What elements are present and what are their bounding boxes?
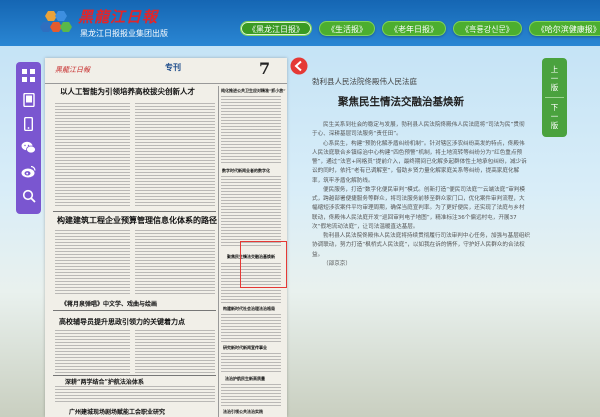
newspaper-headline[interactable]: 广州建城现场剧场赋能工会职业研究 bbox=[69, 407, 165, 416]
section-divider bbox=[53, 310, 216, 311]
left-toolbar bbox=[16, 62, 41, 214]
text-column bbox=[55, 330, 130, 374]
site-header: 黑龍江日報 黑龙江日报报业集团出版 《黑龙江日报》 《生活报》 《老年日报》 《… bbox=[0, 0, 600, 46]
side-headline[interactable]: 法治护航民生新高质量 bbox=[225, 376, 265, 382]
text-column bbox=[135, 330, 215, 374]
prev-page-button[interactable]: 上一版 bbox=[542, 65, 567, 92]
newspaper-masthead: 黑龍江日報 专刊 7 bbox=[45, 58, 287, 84]
next-page-button[interactable]: 下一版 bbox=[542, 103, 567, 130]
text-column bbox=[55, 103, 130, 208]
newspaper-headline[interactable]: 《蒋月泉弹唱》中文学、戏曲与绘画 bbox=[61, 299, 157, 308]
article-paragraph: 民生关系到社会的稳定与发展，勃利县人民法院佟殿伟人民法庭将“司法为民”贯彻于心、… bbox=[312, 122, 525, 138]
special-label: 专刊 bbox=[165, 63, 181, 72]
grid-icon[interactable] bbox=[20, 67, 37, 84]
newspaper-brand: 黑龍江日報 bbox=[55, 66, 90, 74]
nav-korean-newspaper[interactable]: 《흑룡강신문》 bbox=[453, 21, 522, 36]
nav-harbin-health[interactable]: 《哈尔滨健康报》 bbox=[528, 21, 600, 36]
newspaper-headline[interactable]: 构建建筑工程企业预算管理信息化体系的路径 bbox=[57, 215, 217, 226]
text-column bbox=[135, 230, 215, 296]
article-kicker: 勃利县人民法院佟殿伟人民法庭 bbox=[312, 77, 417, 86]
newspaper-logo-icon bbox=[40, 11, 72, 32]
article-paragraph: 勃利县人民法院佟殿伟人民法庭将持续贯彻履行司法审判中心任务，加强与基层组织协调联… bbox=[312, 233, 530, 258]
side-headline[interactable]: 研究新时代新闻宣传事业 bbox=[223, 345, 267, 351]
section-divider bbox=[53, 375, 216, 376]
column-divider bbox=[218, 86, 219, 417]
wechat-icon[interactable] bbox=[20, 139, 37, 156]
article-title: 聚焦民生情法交融治基焕新 bbox=[338, 96, 464, 108]
newspaper-headline[interactable]: 深耕“两学结合”护航法治体系 bbox=[65, 377, 144, 386]
nav-senior-daily[interactable]: 《老年日报》 bbox=[382, 21, 446, 36]
phone-icon[interactable] bbox=[20, 115, 37, 132]
newspaper-nav: 《黑龙江日报》 《生活报》 《老年日报》 《흑룡강신문》 《哈尔滨健康报》 bbox=[240, 21, 600, 36]
text-column bbox=[221, 176, 281, 248]
section-divider bbox=[53, 211, 216, 212]
logo-subtitle: 黑龙江日报报业集团出版 bbox=[80, 29, 168, 38]
article-panel: 勃利县人民法院佟殿伟人民法庭 聚焦民生情法交融治基焕新 民生关系到社会的稳定与发… bbox=[300, 73, 532, 417]
side-headline[interactable]: 法治引领公共法治实践 bbox=[223, 409, 263, 415]
text-column bbox=[221, 384, 281, 406]
article-body: 民生关系到社会的稳定与发展，勃利县人民法院佟殿伟人民法庭将“司法为民”贯彻于心、… bbox=[312, 121, 530, 269]
text-column bbox=[135, 103, 215, 208]
text-column bbox=[55, 230, 130, 296]
logo-title[interactable]: 黑龍江日報 bbox=[78, 6, 158, 27]
article-author: （邵京京） bbox=[323, 260, 351, 267]
page-switcher: 上一版 下一版 bbox=[542, 58, 567, 137]
selected-article-highlight[interactable] bbox=[240, 241, 287, 288]
weibo-icon[interactable] bbox=[20, 163, 37, 180]
text-column bbox=[221, 314, 281, 342]
side-headline[interactable]: 构建新时代社会治理法治格局 bbox=[223, 306, 275, 312]
newspaper-headline[interactable]: 以人工智能为引领培养高校拔尖创新人才 bbox=[60, 86, 195, 97]
text-column bbox=[221, 353, 281, 373]
article-paragraph: 便民服务，打造“数字化便民审判”模式。创新打造“便民司法庭”“云端法庭”审判模式… bbox=[312, 186, 525, 230]
article-paragraph: 心系民生，构建“预防化解矛盾纠纷机制”。针对辖区涉农纠纷高发的特点，佟殿伟人民法… bbox=[312, 140, 527, 184]
text-column bbox=[221, 96, 281, 164]
tablet-icon[interactable] bbox=[20, 91, 37, 108]
side-headline[interactable]: 纯化推进公共卫生应对精准“抓小放” bbox=[221, 88, 286, 94]
newspaper-headline[interactable]: 高校辅导员提升思政引领力的关键着力点 bbox=[59, 317, 185, 327]
side-headline[interactable]: 数字时代新闻业者的数字化 bbox=[222, 168, 270, 174]
nav-life-daily[interactable]: 《生活报》 bbox=[319, 21, 375, 36]
newspaper-page[interactable]: 黑龍江日報 专刊 7 以人工智能为引领培养高校拔尖创新人才 构建建筑工程企业预算… bbox=[45, 58, 287, 417]
text-column bbox=[55, 386, 215, 404]
nav-heilongjiang-daily[interactable]: 《黑龙江日报》 bbox=[240, 21, 312, 36]
page-number: 7 bbox=[259, 59, 271, 78]
page-switcher-divider bbox=[545, 97, 564, 98]
search-icon[interactable] bbox=[20, 187, 37, 204]
